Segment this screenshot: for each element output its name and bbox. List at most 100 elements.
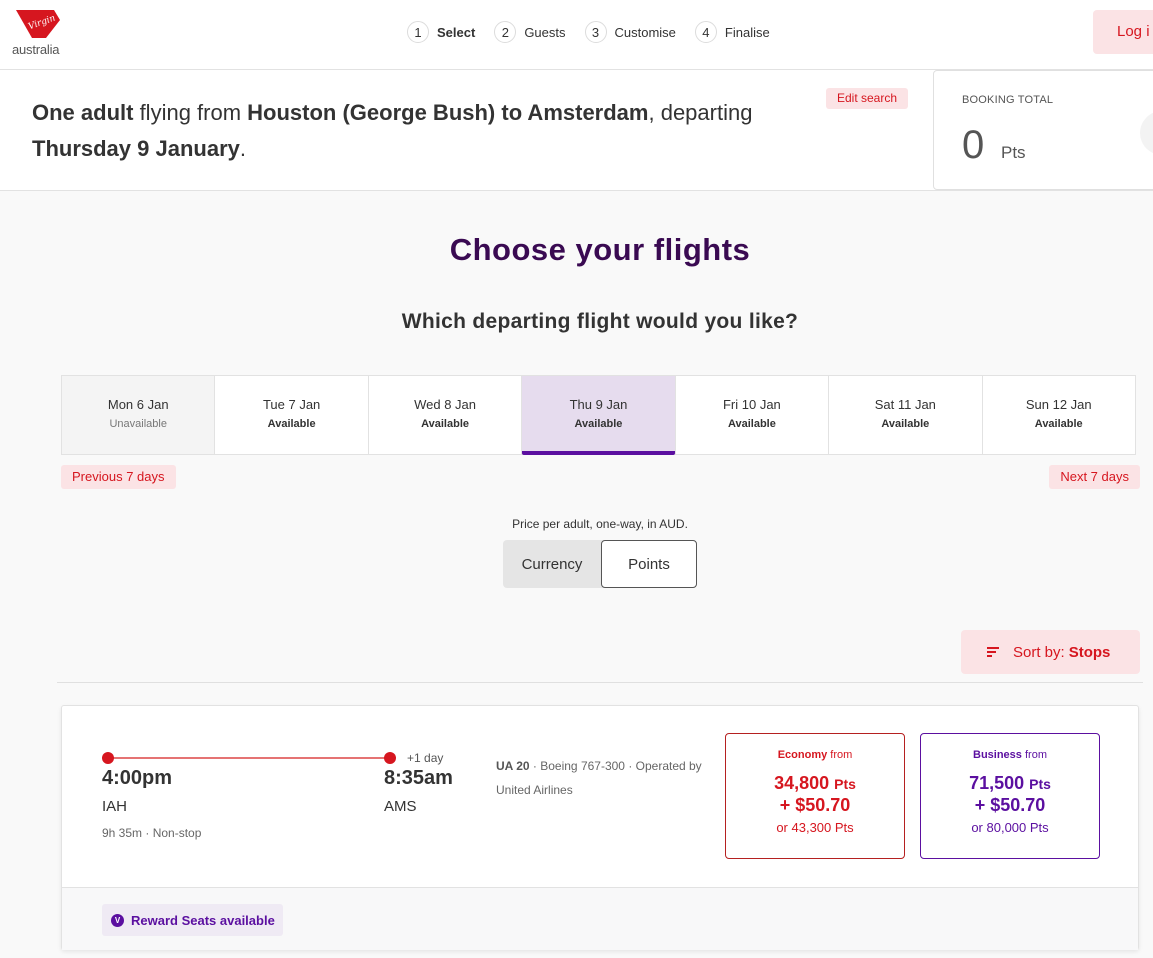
day-offset: +1 day xyxy=(407,751,444,765)
date-status: Available xyxy=(574,418,623,430)
departure-airport: IAH xyxy=(102,798,128,815)
reward-seats-badge: V Reward Seats available xyxy=(102,904,283,936)
summary-connector: , departing xyxy=(648,100,753,125)
fare-points: 71,500 Pts xyxy=(921,773,1099,794)
departure-time: 4:00pm xyxy=(102,767,173,789)
date-label: Sun 12 Jan xyxy=(1025,397,1092,412)
search-summary: One adult flying from Houston (George Bu… xyxy=(0,70,1153,191)
date-tab-thu-9-jan[interactable]: Thu 9 Jan Available xyxy=(522,376,676,455)
date-status: Available xyxy=(727,418,776,430)
date-status: Available xyxy=(1034,418,1083,430)
sort-value: Stops xyxy=(1068,643,1111,661)
date-label: Mon 6 Jan xyxy=(107,397,169,412)
step-select[interactable]: 1 Select xyxy=(407,21,475,43)
step-number: 1 xyxy=(407,21,429,43)
date-tab-sat-11-jan[interactable]: Sat 11 Jan Available xyxy=(829,376,983,454)
fare-alt-points: or 80,000 Pts xyxy=(971,820,1049,835)
edit-search-button[interactable]: Edit search xyxy=(826,88,909,109)
date-label: Wed 8 Jan xyxy=(414,397,477,412)
date-tab-mon-6-jan[interactable]: Mon 6 Jan Unavailable xyxy=(62,376,216,454)
step-label: Finalise xyxy=(724,24,770,40)
fare-points-value: 71,500 xyxy=(969,773,1025,793)
divider xyxy=(57,682,1143,683)
fare-points: 34,800 Pts xyxy=(726,773,904,794)
booking-total-value: 0 xyxy=(962,123,985,167)
step-number: 4 xyxy=(694,21,717,43)
step-customise[interactable]: 3 Customise xyxy=(584,21,676,43)
logo-text: australia xyxy=(12,42,60,57)
booking-total-label: BOOKING TOTAL xyxy=(962,94,1054,106)
date-tab-sun-12-jan[interactable]: Sun 12 Jan Available xyxy=(983,376,1135,454)
departure-date: Thursday 9 January xyxy=(32,136,240,161)
date-status: Available xyxy=(881,418,930,430)
fare-points-unit: Pts xyxy=(1029,776,1051,792)
reward-seats-label: Reward Seats available xyxy=(131,912,275,928)
flight-details[interactable]: UA 20 · Boeing 767-300 · Operated by Uni… xyxy=(496,754,716,802)
fare-cabin: Business xyxy=(973,749,1022,761)
toggle-currency[interactable]: Currency xyxy=(503,540,601,588)
expand-total-button[interactable] xyxy=(1140,111,1153,155)
virgin-australia-logo[interactable]: Virgin australia xyxy=(12,8,64,60)
next-7-days-button[interactable]: Next 7 days xyxy=(1049,465,1140,489)
search-summary-text: One adult flying from Houston (George Bu… xyxy=(32,95,822,167)
flight-number: UA 20 xyxy=(496,759,530,773)
summary-end: . xyxy=(239,136,246,161)
virgin-logo-icon: Virgin xyxy=(16,10,60,38)
date-tab-wed-8-jan[interactable]: Wed 8 Jan Available xyxy=(369,376,523,454)
booking-steps: 1 Select 2 Guests 3 Customise 4 Finalise xyxy=(407,21,789,43)
top-navigation-bar: Virgin australia 1 Select 2 Guests 3 Cus… xyxy=(0,0,1153,70)
fare-from: from xyxy=(1024,749,1047,761)
step-number: 2 xyxy=(494,21,517,43)
date-status: Available xyxy=(421,418,469,430)
business-fare-button[interactable]: Business from 71,500 Pts + $50.70 or 80,… xyxy=(920,733,1100,859)
passengers: One adult xyxy=(32,100,134,125)
previous-7-days-button[interactable]: Previous 7 days xyxy=(61,465,176,489)
route-line xyxy=(108,757,388,759)
price-note: Price per adult, one-way, in AUD. xyxy=(512,517,688,531)
page-title: Choose your flights xyxy=(449,232,751,267)
departure-dot-icon xyxy=(102,752,114,764)
date-label: Fri 10 Jan xyxy=(722,397,781,412)
sort-prefix: Sort by: xyxy=(1013,643,1065,661)
fare-cash: + $50.70 xyxy=(974,795,1046,815)
fare-alt-points: or 43,300 Pts xyxy=(776,820,854,835)
fare-points-value: 34,800 xyxy=(774,773,830,793)
date-tab-fri-10-jan[interactable]: Fri 10 Jan Available xyxy=(676,376,830,454)
fare-points-unit: Pts xyxy=(834,776,856,792)
date-tab-tue-7-jan[interactable]: Tue 7 Jan Available xyxy=(215,376,369,454)
economy-fare-button[interactable]: Economy from 34,800 Pts + $50.70 or 43,3… xyxy=(725,733,905,859)
date-label: Sat 11 Jan xyxy=(874,397,936,412)
booking-total-unit: Pts xyxy=(1001,143,1026,162)
step-label: Guests xyxy=(524,24,566,40)
arrival-time: 8:35am xyxy=(384,767,453,789)
velocity-icon: V xyxy=(111,913,124,927)
date-status: Unavailable xyxy=(109,418,167,430)
summary-connector: flying from xyxy=(133,100,248,125)
fare-from: from xyxy=(830,749,853,761)
step-guests[interactable]: 2 Guests xyxy=(494,21,566,43)
step-label: Select xyxy=(437,24,476,40)
step-label: Customise xyxy=(614,24,676,40)
flight-duration: 9h 35m · Non-stop xyxy=(102,826,202,840)
fare-title: Economy from xyxy=(726,749,904,761)
flight-card-footer: V Reward Seats available xyxy=(62,887,1138,950)
sort-icon xyxy=(987,647,999,657)
toggle-points[interactable]: Points xyxy=(601,540,697,588)
date-selector: Mon 6 Jan Unavailable Tue 7 Jan Availabl… xyxy=(61,375,1136,455)
booking-total-card: BOOKING TOTAL 0 Pts xyxy=(933,70,1153,190)
fare-title: Business from xyxy=(921,749,1099,761)
date-label: Tue 7 Jan xyxy=(262,397,321,412)
currency-points-toggle: Currency Points xyxy=(503,540,697,588)
arrival-airport: AMS xyxy=(384,798,417,815)
sort-button[interactable]: Sort by: Stops xyxy=(961,630,1140,674)
date-label: Thu 9 Jan xyxy=(569,397,628,412)
fare-cash: + $50.70 xyxy=(779,795,851,815)
arrival-dot-icon xyxy=(384,752,396,764)
step-number: 3 xyxy=(584,21,607,43)
flight-card: +1 day 4:00pm 8:35am IAH AMS 9h 35m · No… xyxy=(61,705,1139,950)
step-finalise[interactable]: 4 Finalise xyxy=(694,21,770,43)
page-subtitle: Which departing flight would you like? xyxy=(401,310,799,333)
route: Houston (George Bush) to Amsterdam xyxy=(247,100,649,125)
login-button[interactable]: Log i xyxy=(1093,10,1153,54)
date-status: Available xyxy=(267,418,316,430)
